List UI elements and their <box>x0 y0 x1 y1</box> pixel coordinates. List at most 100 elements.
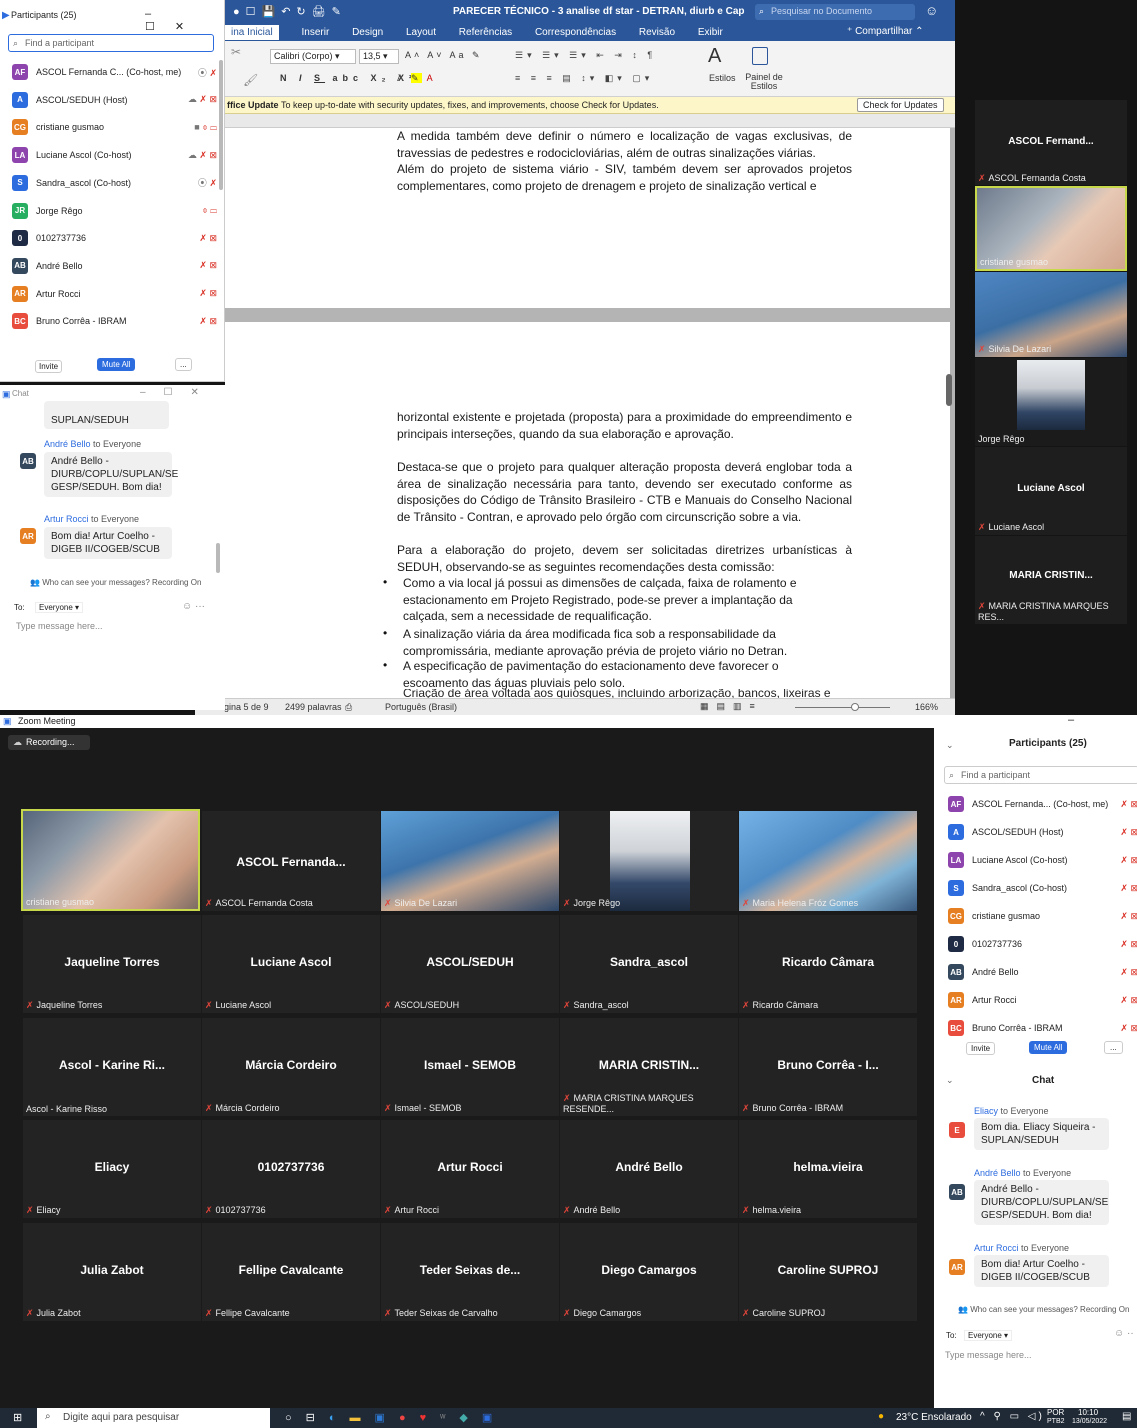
name-tile[interactable]: Caroline SUPROJ ✗ Caroline SUPROJ <box>739 1223 917 1322</box>
document-page-bottom[interactable]: horizontal existente e projetada (propos… <box>225 322 950 698</box>
keyboard-lang[interactable]: POR <box>1047 1408 1064 1417</box>
participant-row[interactable]: S Sandra_ascol (Co-host) ⦿ ✗ <box>12 173 217 193</box>
proofing-icon[interactable]: ⎙ <box>345 702 352 713</box>
side-more-button[interactable]: ... <box>1104 1041 1123 1054</box>
name-tile[interactable]: Diego Camargos ✗ Diego Camargos <box>560 1223 738 1322</box>
recipient-dropdown[interactable]: Everyone ▾ <box>35 602 84 613</box>
side-chat-input[interactable]: Type message here... <box>945 1350 1032 1360</box>
participant-status-icons[interactable]: ✗ ⊠ <box>1120 911 1137 922</box>
tab-insert[interactable]: Inserir <box>301 25 329 40</box>
strip-tile-name[interactable]: ASCOL Fernand... <box>975 100 1127 175</box>
collapse-participants-icon[interactable]: ⌄ <box>946 740 954 751</box>
styles-pane-icon[interactable] <box>752 47 768 65</box>
font-size-select[interactable]: 13,5 ▾ <box>359 49 399 64</box>
weather-text[interactable]: 23°C Ensolarado <box>896 1412 972 1423</box>
tab-references[interactable]: Referências <box>459 25 512 40</box>
name-tile[interactable]: Bruno Corrêa - I... ✗ Bruno Corrêa - IBRAM <box>739 1017 917 1116</box>
participant-status-icons[interactable]: ✗ ⊠ <box>199 233 217 244</box>
participant-row[interactable]: AF ASCOL Fernanda... (Co-host, me) ✗ ⊠ <box>948 794 1137 814</box>
name-tile[interactable]: helma.vieira ✗ helma.vieira <box>739 1120 917 1219</box>
font-name-select[interactable]: Calibri (Corpo) ▾ <box>270 49 356 64</box>
collapse-chat-icon[interactable]: ⌄ <box>946 1075 954 1086</box>
cut-icon[interactable]: ✂ <box>231 45 241 59</box>
mute-all-button[interactable]: Mute All <box>97 358 136 371</box>
participant-row[interactable]: AF ASCOL Fernanda C... (Co-host, me) ⦿ ✗ <box>12 62 217 82</box>
chat-scrollbar[interactable] <box>216 543 220 573</box>
participant-status-icons[interactable]: ✗ ⊠ <box>1120 1023 1137 1034</box>
participant-row[interactable]: LA Luciane Ascol (Co-host) ☁ ✗ ⊠ <box>12 145 217 165</box>
participant-status-icons[interactable]: ⌽ ▭ <box>202 205 217 216</box>
name-tile[interactable]: André Bello ✗ André Bello <box>560 1120 738 1219</box>
chat-input[interactable]: Type message here... <box>16 621 103 631</box>
participant-status-icons[interactable]: ✗ ⊠ <box>199 288 217 299</box>
name-tile[interactable]: Márcia Cordeiro ✗ Márcia Cordeiro <box>202 1017 380 1116</box>
participant-row[interactable]: A ASCOL/SEDUH (Host) ☁ ✗ ⊠ <box>12 90 217 110</box>
quick-access-icons[interactable]: ●☐💾↶↻🖨✎ <box>233 5 347 18</box>
participant-status-icons[interactable]: ✗ ⊠ <box>1120 799 1137 810</box>
participant-row[interactable]: AR Artur Rocci ✗ ⊠ <box>948 990 1137 1010</box>
format-painter-icon[interactable]: 🖌 <box>243 73 258 87</box>
emoji-icon[interactable]: ☺ ··· <box>182 601 205 612</box>
name-tile[interactable]: Julia Zabot ✗ Julia Zabot <box>23 1223 201 1322</box>
document-page-top[interactable]: A medida também deve definir o número e … <box>225 128 950 308</box>
participant-row[interactable]: CG cristiane gusmao ■ ⌽ ▭ <box>12 117 217 137</box>
strip-video-jorge[interactable]: Jorge Rêgo <box>975 358 1127 446</box>
document-scrollbar-thumb[interactable] <box>946 374 952 406</box>
participant-search-input[interactable]: ⌕ Find a participant <box>8 34 214 52</box>
participant-status-icons[interactable]: ✗ ⊠ <box>1120 995 1137 1006</box>
view-buttons[interactable]: ▦▤▥≡ <box>700 701 763 712</box>
participant-status-icons[interactable]: ✗ ⊠ <box>1120 939 1137 950</box>
keyboard-layout[interactable]: PTB2 <box>1047 1418 1065 1425</box>
taskbar-app-icons[interactable]: ○⊟◐▬▣●♥ʷ◆▣ <box>285 1411 506 1424</box>
participant-status-icons[interactable]: ✗ ⊠ <box>1120 883 1137 894</box>
side-recipient-dropdown[interactable]: Everyone ▾ <box>964 1330 1013 1341</box>
name-tile[interactable]: ASCOL/SEDUH ✗ ASCOL/SEDUH <box>381 915 559 1013</box>
participant-status-icons[interactable]: ✗ ⊠ <box>1120 855 1137 866</box>
video-tile-jorge[interactable]: ✗ Jorge Rêgo <box>560 811 738 911</box>
participant-status-icons[interactable]: ✗ ⊠ <box>199 260 217 271</box>
name-tile[interactable]: 0102737736 ✗ 0102737736 <box>202 1120 380 1219</box>
participant-row[interactable]: AR Artur Rocci ✗ ⊠ <box>12 284 217 304</box>
video-tile-silvia[interactable]: ✗ Silvia De Lazari <box>381 811 559 911</box>
participant-row[interactable]: A ASCOL/SEDUH (Host) ✗ ⊠ <box>948 822 1137 842</box>
participant-status-icons[interactable]: ⦿ ✗ <box>198 176 217 189</box>
name-tile[interactable]: MARIA CRISTIN... ✗ MARIA CRISTINA MARQUES … <box>560 1017 738 1116</box>
check-updates-button[interactable]: Check for Updates <box>857 98 944 112</box>
tray-icons[interactable]: ^ ⚲ ▭ ◁) <box>980 1411 1045 1422</box>
font-size-buttons[interactable]: A˄ A˅ Aa ✎ <box>405 50 483 61</box>
status-language[interactable]: Português (Brasil) <box>385 702 457 712</box>
side-privacy-note[interactable]: 👥 Who can see your messages? Recording O… <box>958 1305 1129 1314</box>
invite-button[interactable]: Invite <box>35 360 63 373</box>
emoji-icon[interactable]: ☺ ·· <box>1114 1328 1134 1339</box>
list-buttons[interactable]: ☰▾ ☰▾ ☰▾ ⇤ ⇥ ↕ ¶ <box>515 50 656 61</box>
privacy-note[interactable]: 👥 Who can see your messages? Recording O… <box>30 578 201 587</box>
name-tile[interactable]: Teder Seixas de... ✗ Teder Seixas de Carva… <box>381 1223 559 1322</box>
tab-review[interactable]: Revisão <box>639 25 675 40</box>
align-buttons[interactable]: ≡ ≡ ≡ ▤ ↕▾ ◧▾ ▢▾ <box>515 73 653 84</box>
side-participant-search[interactable]: ⌕ Find a participant <box>944 766 1137 784</box>
zoom-slider[interactable] <box>795 707 890 708</box>
participant-row[interactable]: LA Luciane Ascol (Co-host) ✗ ⊠ <box>948 850 1137 870</box>
participant-row[interactable]: BC Bruno Corrêa - IBRAM ✗ ⊠ <box>948 1018 1137 1038</box>
participant-row[interactable]: BC Bruno Corrêa - IBRAM ✗ ⊠ <box>12 311 217 331</box>
styles-label[interactable]: Estilos <box>709 73 736 83</box>
window-controls[interactable]: –☐✕ <box>140 387 217 398</box>
search-document-box[interactable]: ⌕ Pesquisar no Documento <box>755 4 915 20</box>
share-button[interactable]: ⁺ Compartilhar ⌃ <box>847 26 923 37</box>
zoom-slider-handle[interactable] <box>851 703 859 711</box>
zoom-level[interactable]: 166% <box>915 702 938 712</box>
styles-icon[interactable]: A <box>708 45 721 68</box>
participant-row[interactable]: 0 0102737736 ✗ ⊠ <box>948 934 1137 954</box>
name-tile[interactable]: Sandra_ascol ✗ Sandra_ascol <box>560 915 738 1013</box>
participant-row[interactable]: AB André Bello ✗ ⊠ <box>948 962 1137 982</box>
tab-home[interactable]: ina Inicial <box>225 25 279 40</box>
side-invite-button[interactable]: Invite <box>966 1042 996 1055</box>
taskbar-search-box[interactable]: ⌕ Digite aqui para pesquisar <box>37 1408 270 1428</box>
video-tile-maria-helena[interactable]: ✗ Maria Helena Fróz Gomes <box>739 811 917 911</box>
participant-status-icons[interactable]: ✗ ⊠ <box>1120 827 1137 838</box>
participant-status-icons[interactable]: ☁ ✗ ⊠ <box>188 150 217 161</box>
more-button[interactable]: ... <box>175 358 192 371</box>
notifications-icon[interactable]: ▤ <box>1122 1411 1131 1422</box>
name-tile[interactable]: Ascol - Karine Ri... Ascol - Karine Risso <box>23 1017 201 1116</box>
name-tile[interactable]: Ismael - SEMOB ✗ Ismael - SEMOB <box>381 1017 559 1116</box>
